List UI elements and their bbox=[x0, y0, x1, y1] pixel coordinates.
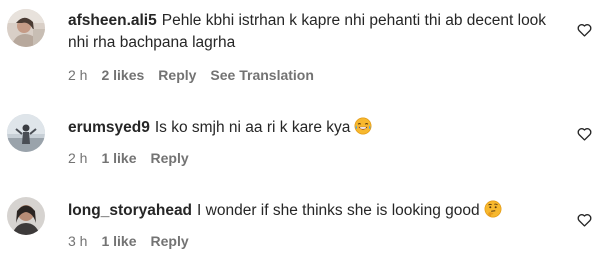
comment-meta: 3 h 1 like Reply bbox=[68, 233, 203, 249]
thinking-face-emoji-icon bbox=[484, 200, 502, 218]
comment-timestamp[interactable]: 2 h bbox=[68, 67, 87, 83]
comment-item: afsheen.ali5 Pehle kbhi istrhan k kapre n… bbox=[0, 0, 599, 90]
comment-username[interactable]: afsheen.ali5 bbox=[68, 12, 157, 29]
profile-photo-icon bbox=[7, 114, 45, 152]
comment-item: long_storyahead I wonder if she thinks sh… bbox=[0, 183, 599, 255]
comment-timestamp[interactable]: 3 h bbox=[68, 233, 87, 249]
avatar[interactable] bbox=[7, 9, 45, 47]
comment-like-count[interactable]: 1 like bbox=[101, 150, 136, 166]
heart-outline-icon[interactable] bbox=[577, 23, 592, 37]
reply-button[interactable]: Reply bbox=[151, 233, 189, 249]
comment-username[interactable]: long_storyahead bbox=[68, 202, 192, 219]
comment-timestamp[interactable]: 2 h bbox=[68, 150, 87, 166]
reply-button[interactable]: Reply bbox=[158, 67, 196, 83]
heart-outline-icon[interactable] bbox=[577, 213, 592, 227]
see-translation-button[interactable]: See Translation bbox=[210, 67, 313, 83]
comment-meta: 2 h 2 likes Reply See Translation bbox=[68, 67, 328, 83]
comment-body: Is ko smjh ni aa ri k kare kya bbox=[154, 119, 351, 136]
comment-text-block: afsheen.ali5 Pehle kbhi istrhan k kapre n… bbox=[68, 10, 548, 54]
comment-text-block: long_storyahead I wonder if she thinks sh… bbox=[68, 200, 548, 222]
comment-item: erumsyed9 Is ko smjh ni aa ri k kare kya … bbox=[0, 100, 599, 180]
laughing-tears-emoji-icon bbox=[354, 117, 372, 135]
profile-photo-icon bbox=[7, 197, 45, 235]
profile-photo-icon bbox=[7, 9, 45, 47]
comment-like-count[interactable]: 1 like bbox=[101, 233, 136, 249]
heart-outline-icon[interactable] bbox=[577, 127, 592, 141]
reply-button[interactable]: Reply bbox=[151, 150, 189, 166]
comment-like-count[interactable]: 2 likes bbox=[101, 67, 144, 83]
avatar[interactable] bbox=[7, 197, 45, 235]
comment-username[interactable]: erumsyed9 bbox=[68, 119, 150, 136]
comment-meta: 2 h 1 like Reply bbox=[68, 150, 203, 166]
comment-body: I wonder if she thinks she is looking go… bbox=[197, 202, 480, 219]
avatar[interactable] bbox=[7, 114, 45, 152]
comment-text-block: erumsyed9 Is ko smjh ni aa ri k kare kya bbox=[68, 117, 548, 139]
